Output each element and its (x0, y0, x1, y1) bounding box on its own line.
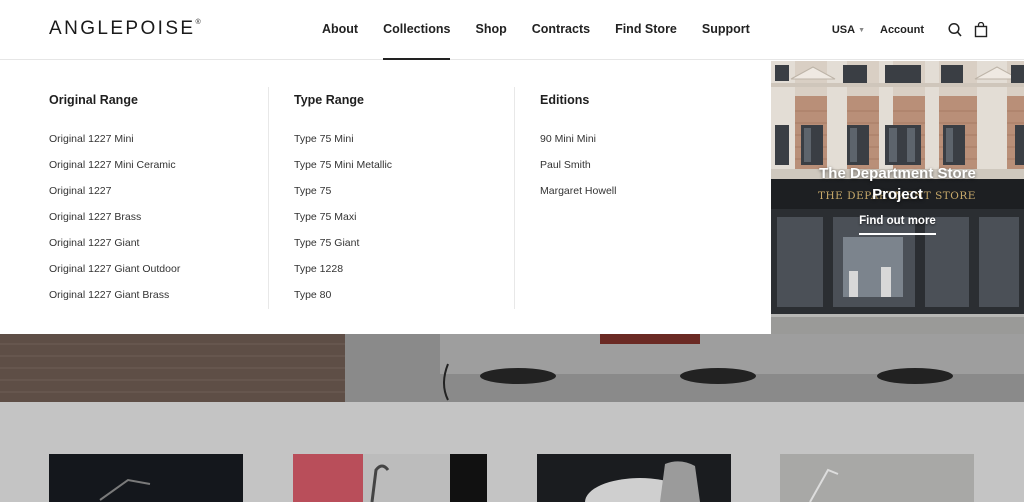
region-label: USA (831, 24, 856, 36)
hero-image-dimmed (0, 334, 1024, 502)
page-background-dimmed (0, 334, 1024, 502)
column-list: Type 75 Mini Type 75 Mini Metallic Type … (294, 132, 392, 314)
promo-title-line2: Project (872, 186, 923, 203)
promo-department-store[interactable]: THE DEPARTMENT STORE The Department Stor… (771, 61, 1024, 334)
column-title: Type Range (294, 93, 364, 107)
column-list: 90 Mini Mini Paul Smith Margaret Howell (540, 132, 616, 210)
menu-item[interactable]: 90 Mini Mini (540, 132, 616, 158)
promo-cta: Find out more (771, 211, 1024, 235)
menu-column-original-range: Original Range Original 1227 Mini Origin… (49, 61, 269, 334)
menu-column-editions: Editions 90 Mini Mini Paul Smith Margare… (540, 61, 760, 334)
caret-down-icon: ▼ (858, 26, 865, 34)
nav-about[interactable]: About (322, 0, 358, 60)
menu-item[interactable]: Original 1227 (49, 184, 180, 210)
menu-item[interactable]: Type 75 Mini (294, 132, 392, 158)
menu-item[interactable]: Original 1227 Giant Brass (49, 288, 180, 314)
account-link[interactable]: Account (880, 24, 924, 36)
brand-name: ANGLEPOISE (49, 18, 196, 39)
promo-title-line1: The Department Store (819, 165, 976, 182)
menu-item[interactable]: Type 75 (294, 184, 392, 210)
menu-item[interactable]: Original 1227 Giant (49, 236, 180, 262)
nav-shop[interactable]: Shop (475, 0, 506, 60)
menu-item[interactable]: Paul Smith (540, 158, 616, 184)
nav-find-store[interactable]: Find Store (615, 0, 677, 60)
column-title: Original Range (49, 93, 138, 107)
promo-title: The Department Store Project (771, 163, 1024, 205)
nav-support[interactable]: Support (702, 0, 750, 60)
nav-contracts[interactable]: Contracts (532, 0, 590, 60)
menu-item[interactable]: Type 75 Maxi (294, 210, 392, 236)
collections-mega-menu: Original Range Original 1227 Mini Origin… (0, 61, 771, 334)
registered-mark: ® (195, 18, 201, 26)
site-header: ANGLEPOISE® About Collections Shop Contr… (0, 0, 1024, 60)
column-divider (514, 87, 515, 309)
find-out-more-link[interactable]: Find out more (859, 215, 936, 235)
menu-item[interactable]: Type 75 Mini Metallic (294, 158, 392, 184)
menu-item[interactable]: Type 80 (294, 288, 392, 314)
search-icon[interactable] (948, 22, 962, 38)
menu-item[interactable]: Margaret Howell (540, 184, 616, 210)
menu-item[interactable]: Type 1228 (294, 262, 392, 288)
menu-item[interactable]: Original 1227 Brass (49, 210, 180, 236)
shopping-bag-icon[interactable] (974, 22, 988, 38)
region-selector[interactable]: USA ▼ (832, 24, 865, 36)
main-nav: About Collections Shop Contracts Find St… (322, 0, 775, 60)
column-divider (268, 87, 269, 309)
menu-item[interactable]: Original 1227 Mini Ceramic (49, 158, 180, 184)
menu-item[interactable]: Original 1227 Giant Outdoor (49, 262, 180, 288)
utility-nav: USA ▼ Account (832, 0, 988, 60)
menu-column-type-range: Type Range Type 75 Mini Type 75 Mini Met… (294, 61, 514, 334)
column-title: Editions (540, 93, 590, 107)
brand-logo[interactable]: ANGLEPOISE® (49, 18, 201, 40)
nav-collections[interactable]: Collections (383, 0, 451, 60)
column-list: Original 1227 Mini Original 1227 Mini Ce… (49, 132, 180, 314)
menu-item[interactable]: Type 75 Giant (294, 236, 392, 262)
menu-item[interactable]: Original 1227 Mini (49, 132, 180, 158)
